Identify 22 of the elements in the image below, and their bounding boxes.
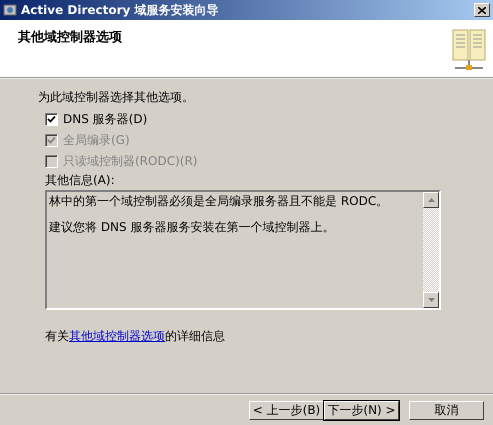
next-button[interactable]: 下一步(N) > [324,400,399,420]
app-icon [3,3,17,17]
back-button[interactable]: < 上一步(B) [249,400,324,420]
window-title: Active Directory 域服务安装向导 [21,2,220,18]
options-link[interactable]: 其他域控制器选项 [69,329,165,343]
close-button[interactable] [474,3,490,17]
page-title: 其他域控制器选项 [18,29,122,46]
info-text: 建议您将 DNS 服务器服务安装在第一个域控制器上。 [49,219,336,235]
instruction-text: 为此域控制器选择其他选项。 [38,89,195,105]
cancel-button[interactable]: 取消 [409,400,484,420]
info-label: 其他信息(A): [45,172,116,188]
close-icon [478,6,486,14]
option-label: DNS 服务器(D) [63,111,148,128]
option-label: 全局编录(G) [63,132,130,149]
scroll-up-icon[interactable] [423,192,439,208]
option-label: 只读域控制器(RODC)(R) [63,153,198,170]
info-text-area[interactable]: 林中的第一个域控制器必须是全局编录服务器且不能是 RODC。 建议您将 DNS 服务器服务安装在第一个域控制器上。 [45,190,441,310]
scrollbar[interactable] [423,192,439,308]
more-info-text: 有关其他域控制器选项的详细信息 [45,328,226,345]
checkbox[interactable] [45,113,58,126]
scroll-down-icon[interactable] [423,292,439,308]
info-text: 林中的第一个域控制器必须是全局编录服务器且不能是 RODC。 [49,193,390,209]
